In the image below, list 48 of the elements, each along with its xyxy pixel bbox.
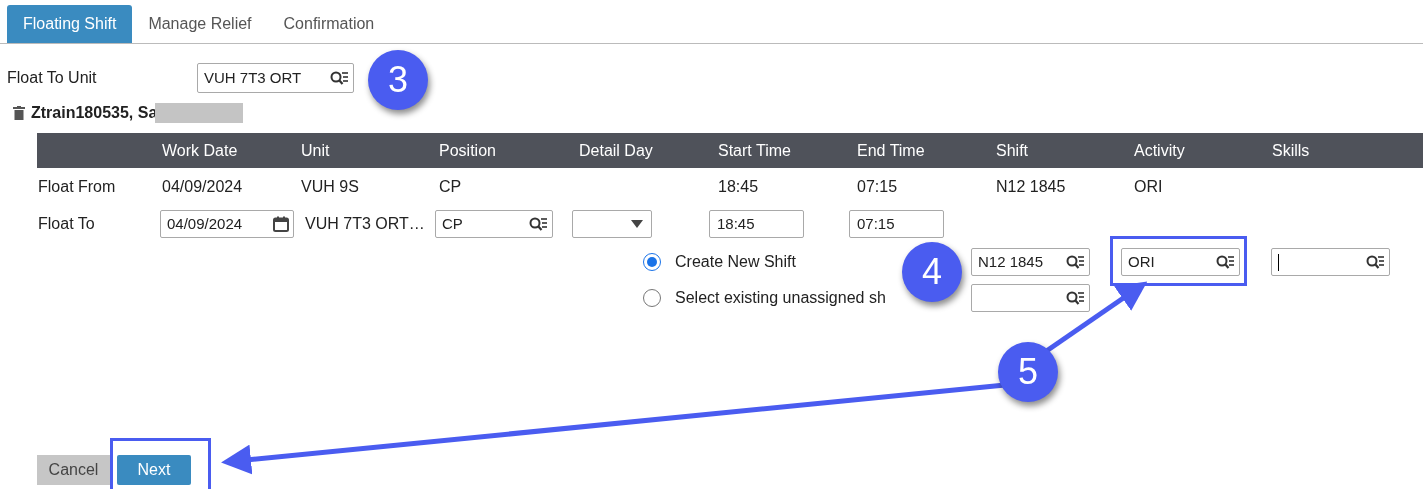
- table-cell-text: 04/09/2024: [161, 177, 243, 197]
- radio-label: Select existing unassigned sh: [675, 288, 886, 308]
- tab[interactable]: Floating Shift: [7, 5, 133, 43]
- step-badge: 5: [998, 342, 1058, 402]
- radio-label: Create New Shift: [675, 252, 796, 272]
- time-field[interactable]: 07:15: [849, 210, 944, 238]
- time-field[interactable]: 18:45: [709, 210, 804, 238]
- cancel-button[interactable]: Cancel: [37, 455, 110, 485]
- activity-field[interactable]: ORI: [1121, 248, 1240, 276]
- row-label: Float To: [37, 214, 95, 234]
- shift-field[interactable]: [971, 284, 1090, 312]
- shift-field[interactable]: N12 1845: [971, 248, 1090, 276]
- column-header: Work Date: [161, 140, 238, 161]
- column-header: Detail Day: [578, 140, 653, 161]
- date-field[interactable]: 04/09/2024: [160, 210, 294, 238]
- search-list-icon[interactable]: [1065, 254, 1085, 270]
- search-list-icon[interactable]: [1215, 254, 1235, 270]
- search-list-icon[interactable]: [1365, 254, 1385, 270]
- tab[interactable]: Manage Relief: [132, 5, 268, 43]
- calendar-icon[interactable]: [273, 216, 289, 232]
- column-header: Activity: [1133, 140, 1185, 161]
- column-header: End Time: [856, 140, 925, 161]
- step-badge: 4: [902, 242, 962, 302]
- dropdown-caret-icon[interactable]: [631, 220, 643, 228]
- next-button[interactable]: Next: [117, 455, 191, 485]
- table-cell-text: 18:45: [717, 177, 759, 197]
- search-list-icon[interactable]: [1065, 290, 1085, 306]
- row-label: Float From: [37, 177, 116, 197]
- table-cell-text: N12 1845: [995, 177, 1066, 197]
- search-list-icon[interactable]: [329, 70, 349, 86]
- column-header: Position: [438, 140, 496, 161]
- table-cell-text: ORI: [1133, 177, 1163, 197]
- position-field[interactable]: CP: [435, 210, 553, 238]
- table-cell-text: CP: [438, 177, 462, 197]
- column-header: Skills: [1271, 140, 1310, 161]
- unit-field[interactable]: VUH 7T3 ORT: [197, 63, 354, 93]
- skills-field[interactable]: [1271, 248, 1390, 276]
- column-header: Shift: [995, 140, 1028, 161]
- table-cell-text: VUH 9S: [300, 177, 359, 197]
- field-label: Float To Unit: [7, 68, 98, 88]
- column-header: Start Time: [717, 140, 791, 161]
- tab[interactable]: Confirmation: [267, 5, 391, 43]
- step-badge: 3: [368, 50, 428, 110]
- trash-icon[interactable]: [13, 106, 25, 120]
- table-cell-text: 07:15: [856, 177, 898, 197]
- table-cell-text: VUH 7T3 ORT…: [304, 214, 425, 234]
- search-list-icon[interactable]: [528, 216, 548, 232]
- column-header: Unit: [300, 140, 330, 161]
